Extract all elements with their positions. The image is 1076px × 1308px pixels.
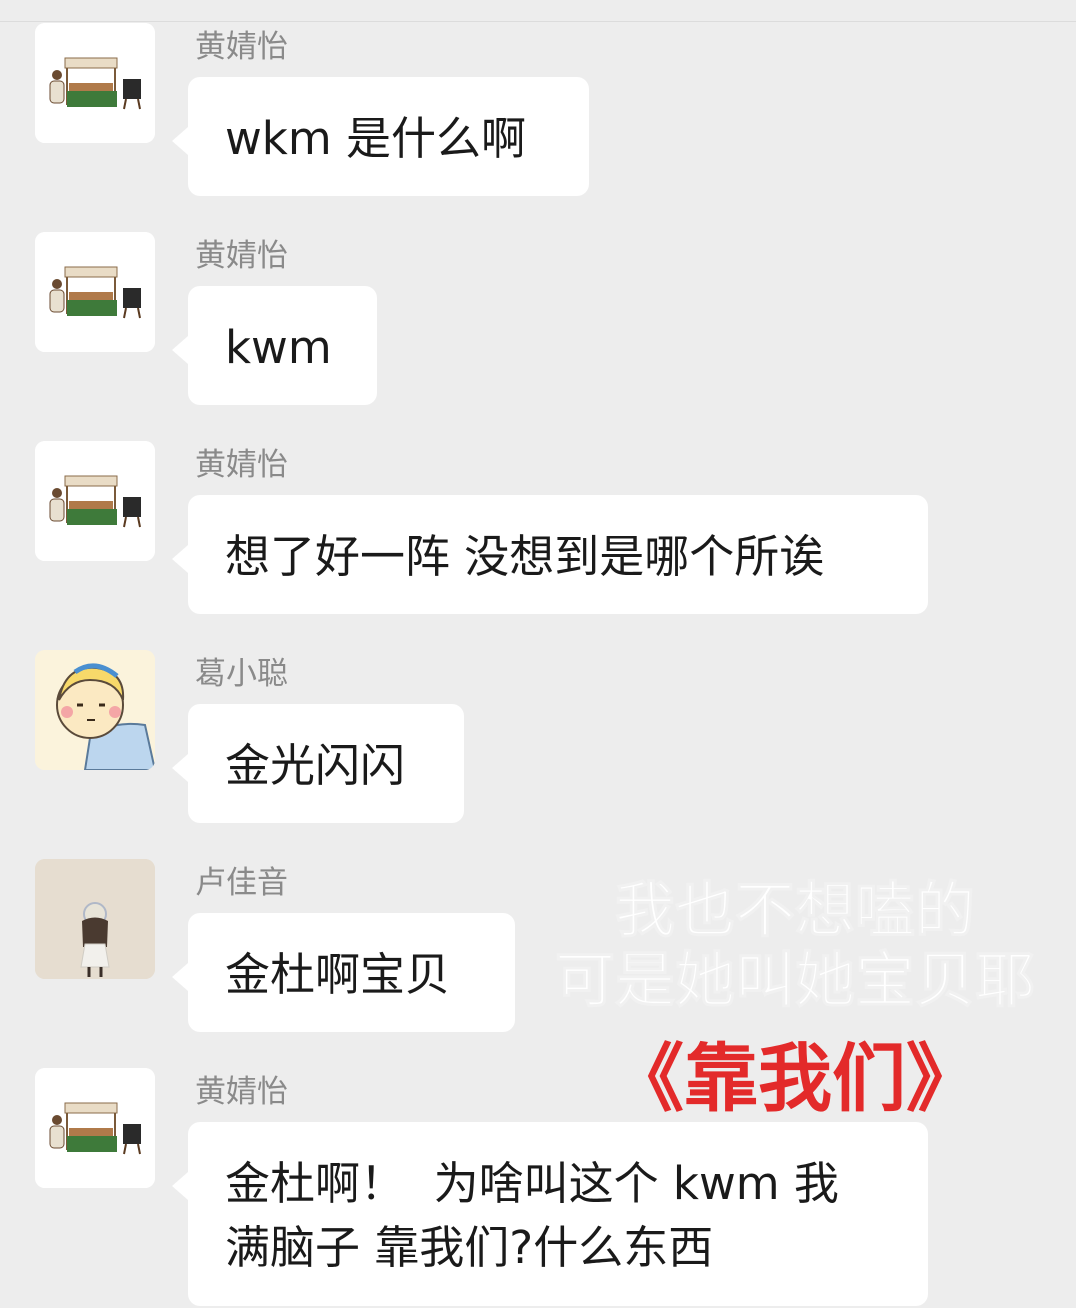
message-text: 金杜啊！ 为啥叫这个 kwm 我 满脑子 靠我们?什么东西 xyxy=(225,1157,839,1274)
sender-name: 黄婧怡 xyxy=(195,447,288,483)
message-bubble[interactable]: 想了好一阵 没想到是哪个所诶 xyxy=(172,495,928,614)
message-text: wkm 是什么啊 xyxy=(225,112,527,165)
top-divider xyxy=(0,21,1076,22)
chat-message: 黄婧怡 wkm 是什么啊 xyxy=(35,23,1035,203)
sender-name: 黄婧怡 xyxy=(195,238,288,274)
message-bubble[interactable]: 金杜啊宝贝 xyxy=(172,913,515,1032)
overlay-line-1: 我也不想嗑的 xyxy=(615,876,976,947)
overlay-caption: 我也不想嗑的 可是她叫她宝贝耶 《靠我们》 xyxy=(545,876,1045,1124)
market-stall-avatar[interactable] xyxy=(35,23,155,143)
sender-name: 黄婧怡 xyxy=(195,1074,288,1110)
sender-name: 黄婧怡 xyxy=(195,29,288,65)
message-bubble[interactable]: 金杜啊！ 为啥叫这个 kwm 我 满脑子 靠我们?什么东西 xyxy=(172,1122,928,1306)
message-bubble[interactable]: wkm 是什么啊 xyxy=(172,77,589,196)
market-stall-avatar[interactable] xyxy=(35,232,155,352)
chat-message: 葛小聪 金光闪闪 xyxy=(35,650,1035,830)
market-stall-avatar[interactable] xyxy=(35,1068,155,1188)
message-text: 金光闪闪 xyxy=(225,739,406,792)
overlay-line-3: 《靠我们》 xyxy=(610,1036,980,1122)
message-bubble[interactable]: kwm xyxy=(172,286,377,405)
message-text: kwm xyxy=(225,321,332,374)
message-bubble[interactable]: 金光闪闪 xyxy=(172,704,464,823)
chat-message: 黄婧怡 想了好一阵 没想到是哪个所诶 xyxy=(35,441,1035,621)
message-text: 想了好一阵 没想到是哪个所诶 xyxy=(225,530,825,583)
overlay-line-2: 可是她叫她宝贝耶 xyxy=(555,946,1036,1017)
market-stall-avatar[interactable] xyxy=(35,441,155,561)
sender-name: 卢佳音 xyxy=(195,865,288,901)
chat-message: 黄婧怡 kwm xyxy=(35,232,1035,412)
cartoon-girl-avatar[interactable] xyxy=(35,650,155,770)
sender-name: 葛小聪 xyxy=(195,656,288,692)
photo-person-avatar[interactable] xyxy=(35,859,155,979)
message-text: 金杜啊宝贝 xyxy=(225,948,451,1001)
